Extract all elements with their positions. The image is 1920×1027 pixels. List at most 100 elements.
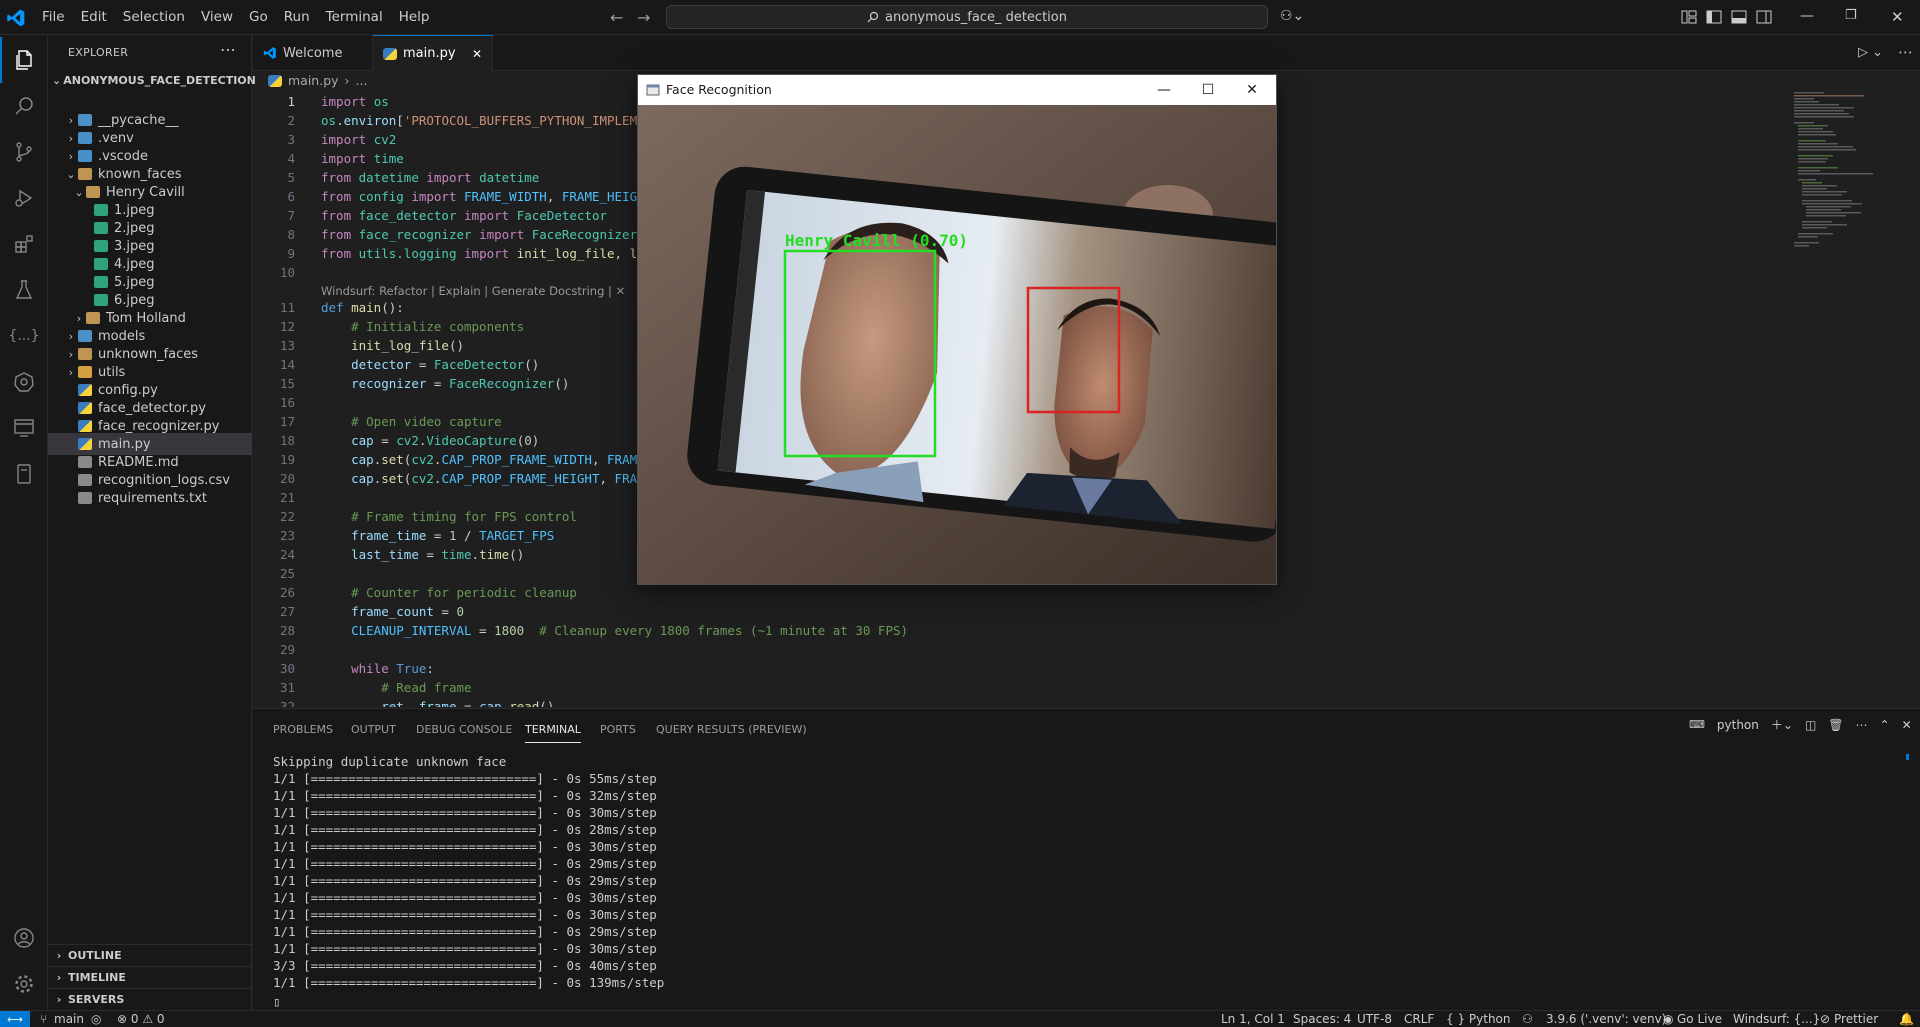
chevron-down-icon: ⌄ [66,167,76,181]
customize-layout-icon[interactable] [1680,8,1698,26]
tab-debug-console[interactable]: DEBUG CONSOLE [416,723,512,736]
folder-icon [78,150,92,162]
code-line: # Frame timing for FPS control [351,509,577,524]
menu-edit[interactable]: Edit [73,0,115,35]
tree-item-label: face_detector.py [98,400,206,416]
tab-welcome[interactable]: Welcome [253,35,373,71]
notifications-bell-icon[interactable]: 🔔 [1899,1011,1914,1027]
minimap[interactable] [1790,90,1900,270]
tab-main-py-label: main.py [403,46,456,61]
tab-main-py[interactable]: main.py ✕ [373,35,493,71]
tree-item[interactable]: requirements.txt [48,487,252,509]
menu-view[interactable]: View [193,0,241,35]
timeline-section[interactable]: › TIMELINE [48,966,252,988]
servers-section[interactable]: › SERVERS [48,988,252,1010]
tab-query-results[interactable]: QUERY RESULTS (PREVIEW) [656,723,807,736]
split-terminal-icon[interactable]: ◫ [1805,718,1816,732]
menu-run[interactable]: Run [276,0,318,35]
line-ending[interactable]: CRLF [1404,1011,1434,1027]
tab-terminal[interactable]: TERMINAL [525,723,581,743]
more-actions-icon[interactable]: ⋯ [220,40,236,59]
line-number: 22 [279,509,295,524]
source-control-icon[interactable] [0,129,48,175]
terminal-name[interactable]: python [1717,718,1759,732]
tree-item-label: Henry Cavill [106,184,185,200]
code-line: from face_recognizer import FaceRecogniz… [321,227,638,242]
json-braces-icon[interactable]: {...} [0,313,48,359]
maximize-window-icon[interactable]: ☐ [1196,78,1220,102]
run-debug-icon[interactable] [0,175,48,221]
tree-item-label: 5.jpeg [114,274,155,290]
run-python-file-icon[interactable]: ▷ ⌄ [1858,45,1883,60]
minimize-window-icon[interactable]: — [1800,8,1818,26]
line-number: 12 [279,319,295,334]
outline-section[interactable]: › OUTLINE [48,944,252,966]
copilot-icon[interactable]: ⚇⌄ [1280,8,1304,26]
close-window-icon[interactable]: ✕ [1891,8,1909,26]
terminal-line: 1/1 [==============================] - 0… [273,805,657,820]
menu-help[interactable]: Help [391,0,438,35]
toggle-primary-sidebar-icon[interactable] [1705,8,1723,26]
folder-icon [78,114,92,126]
tab-output[interactable]: OUTPUT [351,723,396,736]
manage-gear-icon[interactable] [0,961,48,1007]
copilot-status-icon[interactable]: ⚇ [1522,1011,1533,1027]
explorer-icon[interactable] [0,37,48,83]
restore-window-icon[interactable]: ❐ [1845,8,1863,26]
go-live[interactable]: Go Live [1677,1011,1722,1027]
face-recognition-window[interactable]: Face Recognition — ☐ ✕ Henry Cavill (0.7… [637,74,1277,585]
tab-problems[interactable]: PROBLEMS [273,723,333,736]
encoding[interactable]: UTF-8 [1357,1011,1392,1027]
project-folder-header[interactable]: ⌄ ANONYMOUS_FACE_DETECTION [48,69,256,91]
minimize-window-icon[interactable]: — [1152,78,1176,102]
menu-terminal[interactable]: Terminal [318,0,391,35]
phone-screen [687,166,1276,542]
language-mode[interactable]: { } Python [1446,1011,1511,1027]
remote-indicator-icon[interactable]: ⟷ [0,1011,30,1027]
toggle-secondary-sidebar-icon[interactable] [1755,8,1773,26]
branch-name[interactable]: main [54,1011,84,1027]
indentation[interactable]: Spaces: 4 [1293,1011,1351,1027]
database-icon[interactable] [0,451,48,497]
problems-count[interactable]: ⊗ 0 ⚠ 0 [117,1011,165,1027]
sync-icon[interactable]: ◎ [91,1011,101,1027]
editor-more-actions-icon[interactable]: ⋯ [1898,43,1913,61]
windsurf-status[interactable]: Windsurf: {...} [1733,1011,1820,1027]
image-file-icon [94,204,108,216]
kill-terminal-icon[interactable]: 🗑 [1828,718,1843,732]
search-icon[interactable] [0,83,48,129]
menu-selection[interactable]: Selection [115,0,193,35]
tree-item-label: config.py [98,382,158,398]
maximize-panel-icon[interactable]: ⌃ [1880,718,1890,732]
kubernetes-icon[interactable] [0,359,48,405]
prettier-status[interactable]: Prettier [1834,1011,1878,1027]
new-terminal-icon[interactable]: ＋⌄ [1771,716,1793,733]
python-interpreter[interactable]: 3.9.6 ('.venv': venv) [1546,1011,1666,1027]
tab-ports[interactable]: PORTS [600,723,636,736]
menu-go[interactable]: Go [241,0,276,35]
extensions-icon[interactable] [0,221,48,267]
breadcrumb-symbol[interactable]: ... [356,73,368,88]
face-window-titlebar[interactable]: Face Recognition — ☐ ✕ [638,75,1276,105]
code-line: def main(): [321,300,404,315]
tab-welcome-label: Welcome [283,45,343,61]
toggle-panel-icon[interactable] [1730,8,1748,26]
back-arrow-icon[interactable]: ← [610,8,623,27]
menu-file[interactable]: File [34,0,73,35]
close-tab-icon[interactable]: ✕ [472,47,482,61]
more-actions-icon[interactable]: ⋯ [1856,718,1868,732]
camera-feed: Henry Cavill (0.70) [638,105,1276,584]
forward-arrow-icon[interactable]: → [637,8,650,27]
close-panel-icon[interactable]: ✕ [1902,718,1912,732]
breadcrumb-file[interactable]: main.py [288,73,339,88]
terminal-line: 1/1 [==============================] - 0… [273,941,657,956]
code-line: # Initialize components [351,319,525,334]
accounts-icon[interactable] [0,915,48,961]
cursor-position[interactable]: Ln 1, Col 1 [1221,1011,1285,1027]
remote-explorer-icon[interactable] [0,405,48,451]
command-center[interactable]: anonymous_face_ detection [666,5,1268,29]
line-number: 13 [279,338,295,353]
testing-icon[interactable] [0,267,48,313]
close-window-icon[interactable]: ✕ [1240,78,1264,102]
windsurf-codelens[interactable]: Windsurf: Refactor | Explain | Generate … [321,284,625,298]
